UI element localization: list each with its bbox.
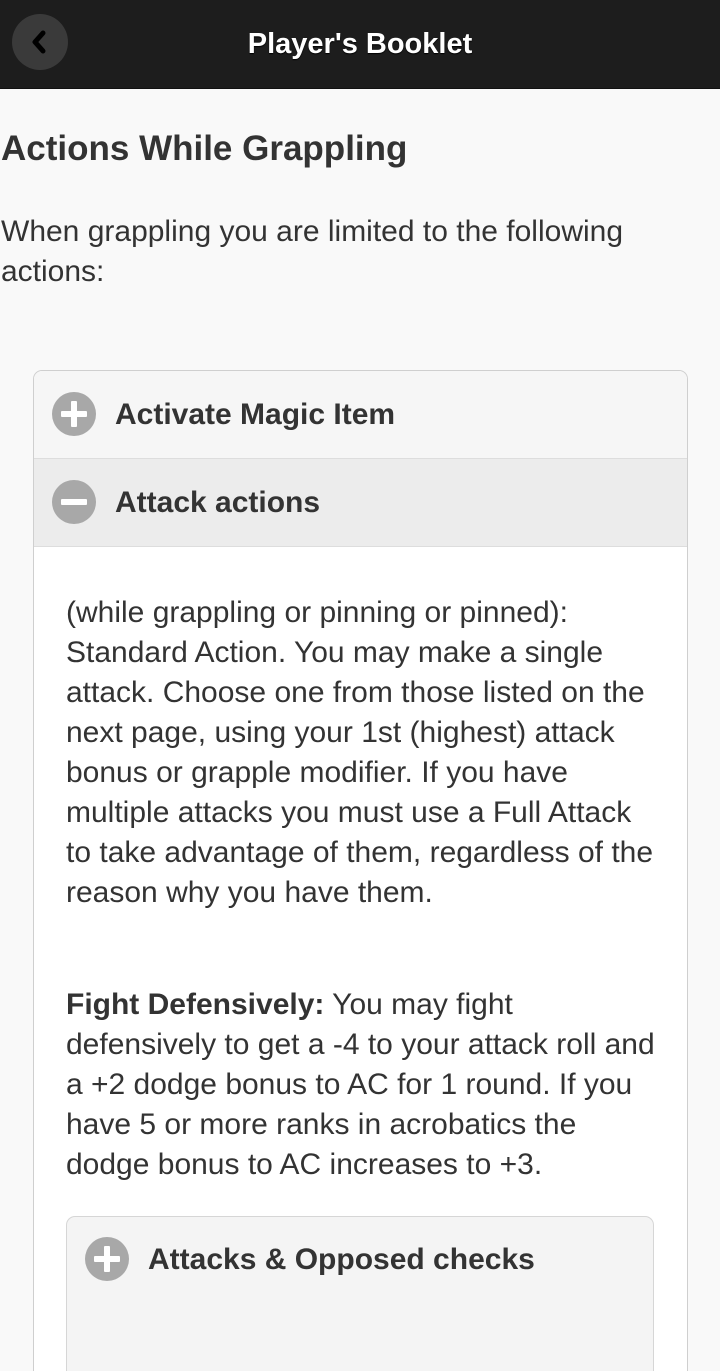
fight-defensively-label: Fight Defensively:	[66, 988, 325, 1021]
intro-text: When grappling you are limited to the fo…	[1, 215, 624, 288]
plus-icon	[52, 392, 96, 436]
plus-icon	[85, 1237, 129, 1281]
app-title: Player's Booklet	[247, 28, 473, 60]
nested-accordion-item-label: Attacks & Opposed checks	[148, 1243, 535, 1276]
fight-defensively-paragraph: Fight Defensively: You may fight defensi…	[66, 985, 656, 1185]
nested-accordion-item-attacks-opposed-checks[interactable]: Attacks & Opposed checks	[66, 1216, 654, 1371]
accordion-item-activate-magic-item[interactable]: Activate Magic Item	[34, 371, 687, 459]
minus-icon	[52, 480, 96, 524]
attack-actions-description: (while grappling or pinning or pinned): …	[66, 596, 654, 909]
accordion-body-attack-actions: (while grappling or pinning or pinned): …	[66, 593, 656, 913]
actions-accordion: Activate Magic Item Attack actions (whil…	[33, 370, 688, 1371]
page-title: Actions While Grappling	[1, 129, 408, 168]
accordion-item-label: Attack actions	[115, 486, 321, 519]
accordion-item-attack-actions[interactable]: Attack actions	[34, 459, 687, 547]
top-bar: Player's Booklet	[0, 0, 720, 89]
accordion-item-label: Activate Magic Item	[115, 398, 396, 431]
